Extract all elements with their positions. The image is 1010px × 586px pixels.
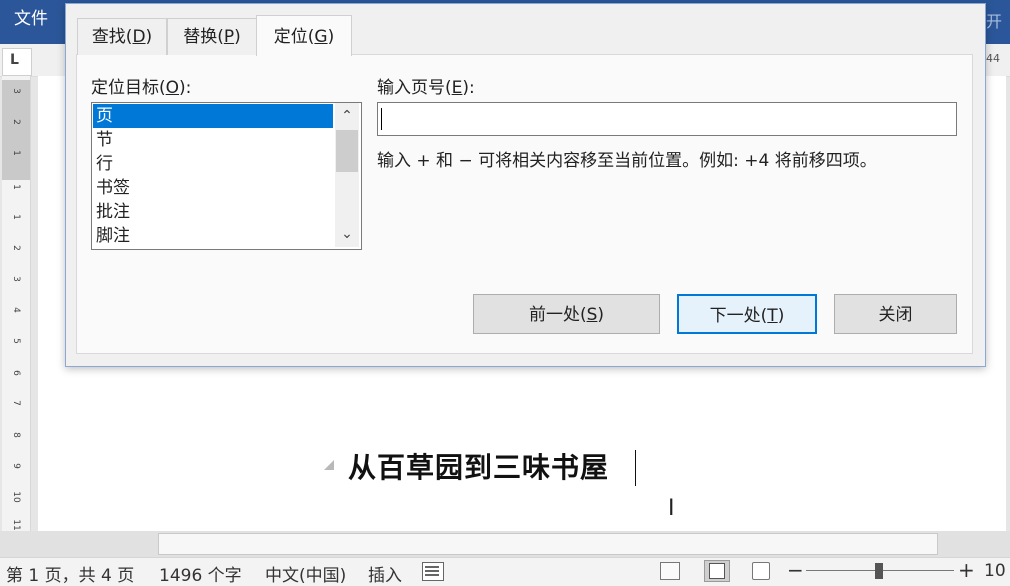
list-item[interactable]: 书签 [93, 176, 333, 200]
input-caret [381, 108, 382, 130]
vertical-ruler-number: 9 [11, 463, 21, 469]
status-bar [0, 557, 1010, 586]
insert-mode[interactable]: 插入 [368, 561, 402, 586]
vertical-ruler-number: 3 [11, 276, 21, 282]
vertical-ruler-number: 4 [11, 307, 21, 313]
vertical-ruler-number: 1 [11, 214, 21, 220]
vertical-ruler-number: 2 [11, 245, 21, 251]
tab-goto[interactable]: 定位(G) [256, 15, 352, 56]
heading-collapse-marker[interactable] [324, 460, 334, 470]
listbox-scroll-thumb[interactable] [336, 130, 358, 172]
vertical-ruler-number: 6 [11, 370, 21, 376]
previous-button[interactable]: 前一处(S) [473, 294, 660, 334]
word-count[interactable]: 1496 个字 [159, 561, 242, 586]
goto-what-label: 定位目标(O): [91, 78, 192, 98]
zoom-level[interactable]: 10 [984, 561, 1006, 581]
scroll-up-icon[interactable]: ⌃ [335, 104, 359, 128]
ruler-number: 44 [986, 52, 1000, 65]
vertical-ruler-number: 10 [11, 491, 21, 503]
text-cursor [635, 450, 636, 486]
vertical-ruler-number: 11 [11, 519, 21, 531]
vertical-ruler-number: 8 [11, 432, 21, 438]
goto-hint: 输入 + 和 − 可将相关内容移至当前位置。例如: +4 将前移四项。 [377, 151, 877, 171]
zoom-in-button[interactable]: + [958, 558, 975, 582]
print-layout-icon [709, 563, 725, 579]
web-layout-icon[interactable] [752, 562, 770, 580]
zoom-slider-thumb[interactable] [875, 563, 883, 579]
tab-replace[interactable]: 替换(P) [167, 18, 257, 55]
language-indicator[interactable]: 中文(中国) [265, 561, 346, 586]
page-number-input[interactable] [377, 102, 957, 136]
tab-stop-icon: L [10, 52, 19, 68]
scroll-down-icon[interactable]: ⌄ [335, 222, 359, 246]
file-tab[interactable]: 文件 [14, 4, 64, 34]
next-button[interactable]: 下一处(T) [677, 294, 817, 334]
list-item[interactable]: 行 [93, 152, 333, 176]
ibeam-cursor-icon: Ⅰ [668, 496, 675, 521]
macro-record-icon[interactable] [422, 562, 444, 581]
page-count[interactable]: 第 1 页，共 4 页 [6, 561, 134, 586]
vertical-ruler-number: 2 [11, 119, 21, 125]
horizontal-scroll-thumb[interactable] [158, 533, 938, 555]
close-button[interactable]: 关闭 [834, 294, 957, 334]
read-mode-icon[interactable] [660, 562, 680, 580]
vertical-ruler-number: 5 [11, 338, 21, 344]
tab-find[interactable]: 查找(D) [77, 18, 167, 55]
vertical-ruler-number: 1 [11, 184, 21, 190]
page-number-label: 输入页号(E): [377, 78, 475, 98]
list-item[interactable]: 批注 [93, 200, 333, 224]
document-title: 从百草园到三味书屋 [348, 451, 610, 484]
zoom-out-button[interactable]: − [787, 558, 804, 582]
list-item[interactable]: 节 [93, 128, 333, 152]
vertical-ruler-number: 7 [11, 400, 21, 406]
vertical-ruler-number: 3 [11, 88, 21, 94]
vertical-ruler-number: 1 [11, 150, 21, 156]
list-item[interactable]: 页 [93, 104, 333, 128]
list-item[interactable]: 脚注 [93, 224, 333, 248]
ribbon-tab-partial[interactable]: 开 [986, 8, 1002, 32]
